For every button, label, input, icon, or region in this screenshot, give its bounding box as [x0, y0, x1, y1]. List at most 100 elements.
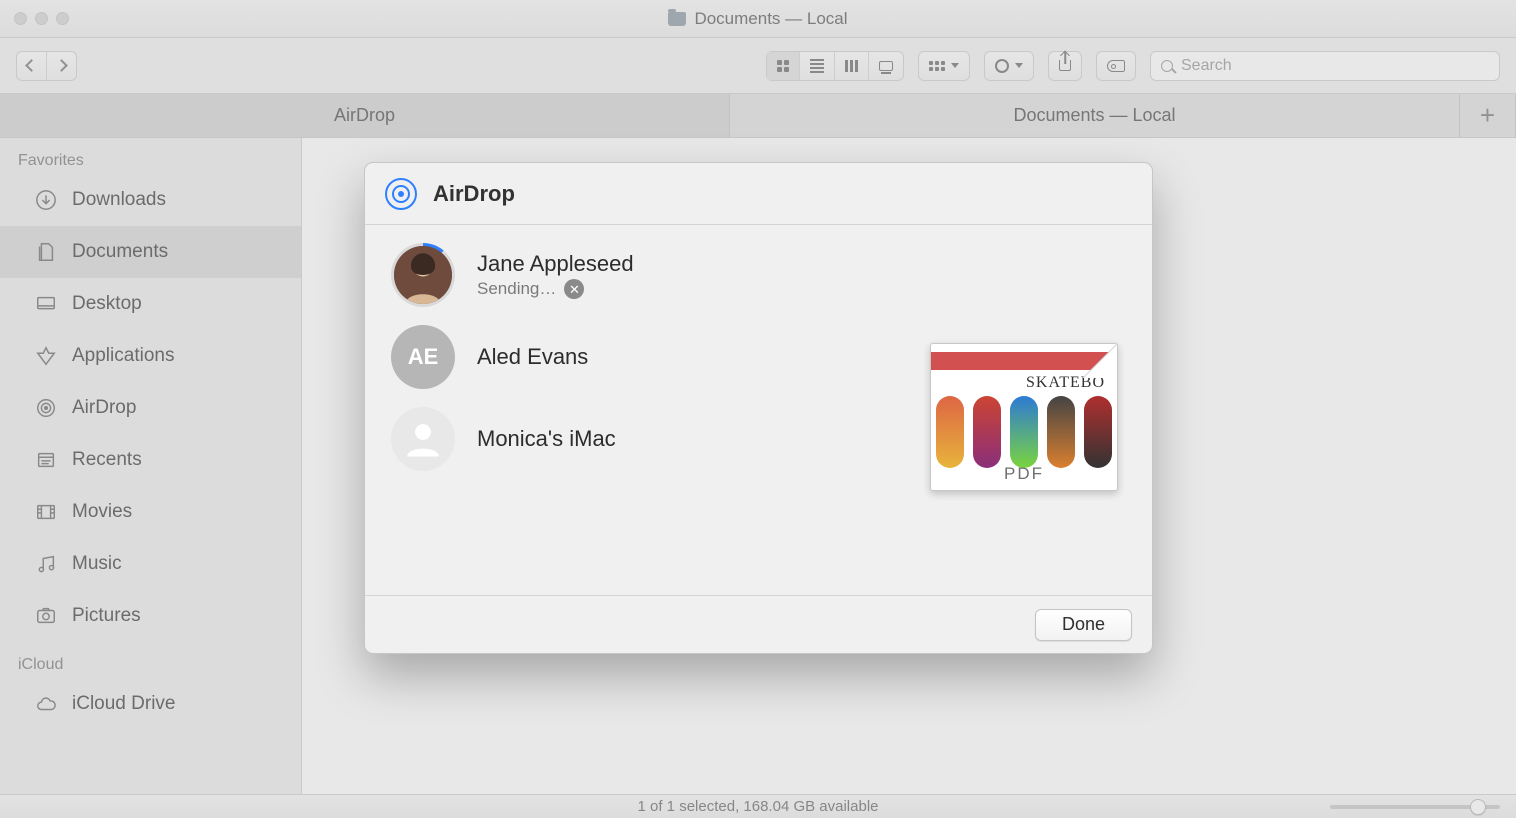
- file-preview: SKATEBO PDF: [930, 343, 1118, 491]
- minimize-window-button[interactable]: [35, 12, 48, 25]
- sidebar-item-applications[interactable]: Applications: [0, 330, 301, 382]
- nav-buttons: [16, 51, 77, 81]
- status-bar: 1 of 1 selected, 168.04 GB available: [0, 794, 1516, 818]
- recipient-status-row: Sending… ✕: [477, 279, 634, 299]
- window-title: Documents — Local: [0, 9, 1516, 29]
- sidebar-header-icloud: iCloud: [0, 642, 301, 678]
- sidebar-item-label: Music: [72, 553, 122, 575]
- music-icon: [34, 552, 58, 576]
- traffic-lights: [14, 12, 69, 25]
- sidebar-item-label: Applications: [72, 345, 174, 367]
- airdrop-icon: [34, 396, 58, 420]
- view-columns-button[interactable]: [835, 52, 869, 80]
- toolbar: Search: [0, 38, 1516, 94]
- action-button[interactable]: [984, 51, 1034, 81]
- recipient-jane[interactable]: Jane Appleseed Sending… ✕: [391, 243, 890, 307]
- sidebar-item-recents[interactable]: Recents: [0, 434, 301, 486]
- generic-person-icon: [402, 418, 444, 460]
- folder-icon: [668, 12, 686, 26]
- cancel-send-button[interactable]: ✕: [564, 279, 584, 299]
- tab-airdrop[interactable]: AirDrop: [0, 94, 730, 137]
- sheet-body: Jane Appleseed Sending… ✕ AE Aled Evans: [365, 225, 1152, 595]
- cloud-icon: [34, 692, 58, 716]
- view-gallery-button[interactable]: [869, 52, 903, 80]
- tag-icon: [1107, 60, 1125, 72]
- avatar-initials: AE: [391, 325, 455, 389]
- share-button[interactable]: [1048, 51, 1082, 81]
- recents-icon: [34, 448, 58, 472]
- columns-icon: [845, 60, 858, 72]
- sidebar-item-airdrop[interactable]: AirDrop: [0, 382, 301, 434]
- arrange-icon: [929, 61, 945, 71]
- chevron-left-icon: [25, 59, 38, 72]
- sidebar-header-favorites: Favorites: [0, 138, 301, 174]
- person-photo-icon: [394, 246, 452, 304]
- new-tab-button[interactable]: +: [1460, 94, 1516, 137]
- sheet-header: AirDrop: [365, 163, 1152, 225]
- icon-size-slider[interactable]: [1330, 805, 1500, 809]
- applications-icon: [34, 344, 58, 368]
- tab-documents[interactable]: Documents — Local: [730, 94, 1460, 137]
- sidebar-item-label: AirDrop: [72, 397, 136, 419]
- avatar: [391, 407, 455, 471]
- sidebar-item-label: Recents: [72, 449, 142, 471]
- gear-icon: [995, 59, 1009, 73]
- sidebar-item-music[interactable]: Music: [0, 538, 301, 590]
- view-switcher: [766, 51, 904, 81]
- desktop-icon: [34, 292, 58, 316]
- zoom-window-button[interactable]: [56, 12, 69, 25]
- avatar: [391, 243, 455, 307]
- gallery-icon: [879, 61, 893, 71]
- close-window-button[interactable]: [14, 12, 27, 25]
- sidebar-item-icloud-drive[interactable]: iCloud Drive: [0, 678, 301, 730]
- tags-button[interactable]: [1096, 51, 1136, 81]
- sidebar-item-label: Movies: [72, 501, 132, 523]
- back-button[interactable]: [17, 52, 47, 80]
- sidebar-item-documents[interactable]: Documents: [0, 226, 301, 278]
- documents-icon: [34, 240, 58, 264]
- avatar: AE: [391, 325, 455, 389]
- sidebar-item-movies[interactable]: Movies: [0, 486, 301, 538]
- download-icon: [34, 188, 58, 212]
- sheet-footer: Done: [365, 595, 1152, 653]
- sidebar-item-label: Documents: [72, 241, 168, 263]
- recipient-name: Jane Appleseed: [477, 251, 634, 277]
- view-list-button[interactable]: [800, 52, 835, 80]
- pictures-icon: [34, 604, 58, 628]
- recipient-aled[interactable]: AE Aled Evans: [391, 325, 890, 389]
- airdrop-icon: [385, 178, 417, 210]
- search-icon: [1161, 60, 1173, 72]
- grid-icon: [777, 60, 789, 72]
- window-titlebar: Documents — Local: [0, 0, 1516, 38]
- recipient-name: Monica's iMac: [477, 426, 616, 452]
- recipient-list: Jane Appleseed Sending… ✕ AE Aled Evans: [391, 243, 890, 577]
- airdrop-sheet: AirDrop Jane Appleseed Sending… ✕: [364, 162, 1153, 654]
- share-icon: [1059, 60, 1071, 71]
- sidebar-item-pictures[interactable]: Pictures: [0, 590, 301, 642]
- preview-type-label: PDF: [931, 464, 1117, 484]
- status-text: 1 of 1 selected, 168.04 GB available: [638, 798, 879, 815]
- search-placeholder: Search: [1181, 57, 1232, 75]
- recipient-name: Aled Evans: [477, 344, 588, 370]
- done-button[interactable]: Done: [1035, 609, 1132, 641]
- sidebar-item-desktop[interactable]: Desktop: [0, 278, 301, 330]
- list-icon: [810, 59, 824, 73]
- sidebar-item-label: Desktop: [72, 293, 142, 315]
- chevron-down-icon: [1015, 63, 1023, 68]
- sidebar-item-label: Downloads: [72, 189, 166, 211]
- sidebar: Favorites Downloads Documents Desktop Ap…: [0, 138, 302, 794]
- window-title-text: Documents — Local: [694, 9, 847, 29]
- chevron-down-icon: [951, 63, 959, 68]
- toolbar-right: Search: [766, 51, 1500, 81]
- search-input[interactable]: Search: [1150, 51, 1500, 81]
- page-curl-icon: [1083, 344, 1117, 378]
- recipient-monica[interactable]: Monica's iMac: [391, 407, 890, 471]
- arrange-button[interactable]: [918, 51, 970, 81]
- forward-button[interactable]: [47, 52, 76, 80]
- sidebar-item-label: Pictures: [72, 605, 141, 627]
- preview-artwork: [931, 396, 1117, 470]
- view-icons-button[interactable]: [767, 52, 800, 80]
- sidebar-item-downloads[interactable]: Downloads: [0, 174, 301, 226]
- sheet-title: AirDrop: [433, 181, 515, 207]
- recipient-status: Sending…: [477, 279, 556, 299]
